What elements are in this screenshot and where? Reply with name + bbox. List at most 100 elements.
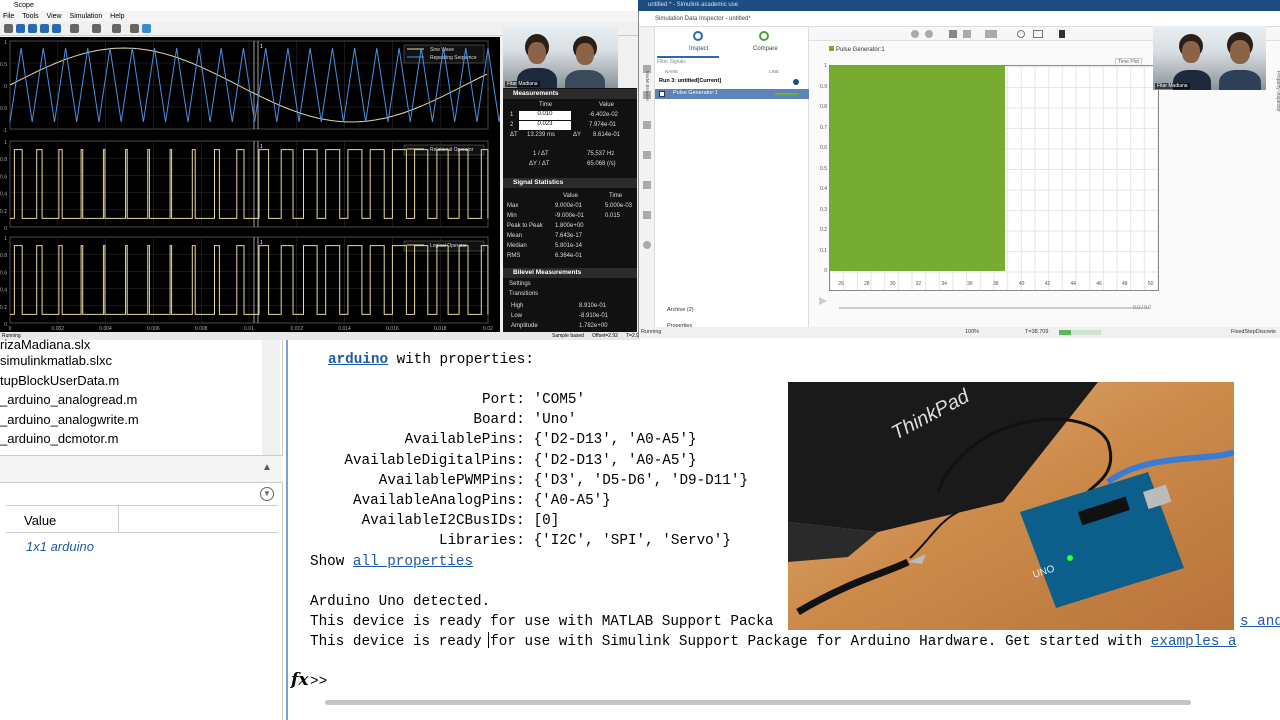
legend-label: Repeating Sequence xyxy=(430,55,477,61)
stats-col-value: Value xyxy=(563,193,578,199)
model-browser-tab[interactable]: Model Browser xyxy=(640,71,650,131)
menu-file[interactable]: File xyxy=(3,13,14,20)
show-text: Show xyxy=(310,554,353,570)
workspace-options-icon[interactable]: ▼ xyxy=(260,487,274,501)
cursor-label: 1 xyxy=(260,44,263,50)
pan-icon[interactable] xyxy=(911,30,919,38)
tab-inspect[interactable]: Inspect xyxy=(689,46,708,52)
y-tick-label: 1 xyxy=(4,236,7,242)
arduino-photo: ThinkPad UNO xyxy=(788,382,1234,630)
dy-value: 8.614e-01 xyxy=(593,132,621,138)
file-item[interactable]: _arduino_analogwrite.m xyxy=(0,412,139,427)
highlight-icon[interactable] xyxy=(70,24,79,33)
autoscale-icon[interactable] xyxy=(112,24,121,33)
signal-statistics-header[interactable]: Signal Statistics xyxy=(503,178,637,188)
stop-icon[interactable] xyxy=(52,24,61,33)
examples-link[interactable]: examples a xyxy=(1151,634,1237,650)
settings-icon[interactable] xyxy=(4,24,13,33)
bilevel-header[interactable]: Bilevel Measurements xyxy=(503,268,637,278)
y-tick-label: 0.2 xyxy=(0,305,7,311)
sdi-progress xyxy=(1059,330,1101,335)
cursor1-time-field[interactable]: 0.010 xyxy=(519,111,571,120)
file-item[interactable]: tupBlockUserData.m xyxy=(0,373,119,388)
folder-scrollbar[interactable] xyxy=(262,340,280,455)
ready-line-1: This device is ready for use with MATLAB… xyxy=(310,614,773,630)
chevron-up-icon[interactable]: ▲ xyxy=(262,462,272,473)
file-item[interactable]: _arduino_analogread.m xyxy=(0,392,137,407)
cursor-measure-icon[interactable] xyxy=(142,24,151,33)
scope-title: Scope xyxy=(0,0,640,11)
play-icon[interactable] xyxy=(819,297,827,305)
signal-row[interactable]: Pulse Generator:1 xyxy=(655,89,809,99)
ready1-link[interactable]: s and xyxy=(1240,614,1280,630)
scope-plot-area[interactable]: 1 0.5 0 -0.5 -1 1 Sine Wave Repeating Sequence 1… xyxy=(0,37,511,332)
y-tick-label: 0 xyxy=(4,322,7,328)
stats-time: 0.015 xyxy=(605,213,621,219)
signal-checkbox[interactable] xyxy=(659,91,665,97)
stats-name: Median xyxy=(507,243,527,249)
zoom-icon[interactable] xyxy=(1017,30,1025,38)
export-icon[interactable] xyxy=(643,181,651,189)
time-slider[interactable] xyxy=(839,307,1149,309)
y-tick-label: 0 xyxy=(4,84,7,90)
workspace-panel: ▼ Value 1x1 arduino xyxy=(0,483,283,720)
file-item[interactable]: simulinkmatlab.slxc xyxy=(0,353,112,368)
menu-help[interactable]: Help xyxy=(110,13,124,20)
triggers-icon[interactable] xyxy=(130,24,139,33)
menu-simulation[interactable]: Simulation xyxy=(70,13,103,20)
tab-compare[interactable]: Compare xyxy=(753,46,778,52)
run-row[interactable]: Run 3: untitled[Current] xyxy=(659,78,721,84)
archive-section[interactable]: Archive (2) xyxy=(667,307,694,313)
step-back-icon[interactable] xyxy=(16,24,25,33)
ready1-link-text[interactable]: s and xyxy=(1240,614,1280,630)
run-icon[interactable] xyxy=(28,24,37,33)
legend-swatch xyxy=(829,46,834,51)
cursor-icon[interactable] xyxy=(1059,30,1065,38)
import-icon[interactable] xyxy=(643,151,651,159)
bilevel-transitions[interactable]: Transitions xyxy=(509,291,538,297)
sdi-y-tick: 0.4 xyxy=(820,186,827,192)
all-properties-link[interactable]: all properties xyxy=(353,554,473,570)
step-forward-icon[interactable] xyxy=(40,24,49,33)
style-icon[interactable] xyxy=(985,30,997,38)
cursor2-value: 7.974e-01 xyxy=(589,122,617,128)
measurements-header[interactable]: Measurements xyxy=(503,89,637,99)
file-item[interactable]: _arduino_dcmotor.m xyxy=(0,431,119,446)
sdi-title: Simulation Data Inspector - untitled* xyxy=(639,11,1280,27)
scope-status-offset: Offset=2.92 xyxy=(592,333,618,339)
command-hscrollbar[interactable] xyxy=(325,700,1191,705)
y-tick-label: 0.6 xyxy=(0,174,7,180)
report-icon[interactable] xyxy=(643,211,651,219)
clear-icon[interactable] xyxy=(963,30,971,38)
dy-label: ΔY xyxy=(573,132,582,138)
inspect-icon[interactable] xyxy=(693,31,703,41)
y-tick-label: -0.5 xyxy=(0,106,7,112)
layout-icon[interactable] xyxy=(949,30,957,38)
scope-status-time: T=2.9 xyxy=(626,333,639,339)
fx-icon[interactable]: fx xyxy=(291,670,308,690)
fit-icon[interactable] xyxy=(1033,30,1043,38)
property-inspector-tab[interactable]: Property Inspector xyxy=(1271,71,1280,131)
gear-icon[interactable] xyxy=(643,241,651,249)
current-folder-list: rizaMadiana.slx simulinkmatlab.slxc tupB… xyxy=(0,337,283,455)
bilevel-settings[interactable]: Settings xyxy=(509,281,531,287)
compare-icon[interactable] xyxy=(759,31,769,41)
menu-tools[interactable]: Tools xyxy=(22,13,38,20)
command-prompt[interactable]: >> xyxy=(310,674,327,690)
sdi-legend: Pulse Generator:1 xyxy=(829,46,885,53)
zoom-icon[interactable] xyxy=(92,24,101,33)
sdi-y-tick: 0.6 xyxy=(820,145,827,151)
stats-name: RMS xyxy=(507,253,521,259)
property-name: AvailablePins: xyxy=(404,432,525,449)
filter-signals-input[interactable]: Filter Signals xyxy=(657,58,807,67)
header-rest: with properties: xyxy=(388,352,534,368)
menu-view[interactable]: View xyxy=(47,13,62,20)
file-item[interactable]: rizaMadiana.slx xyxy=(0,337,90,352)
property-name: AvailableAnalogPins: xyxy=(353,493,525,509)
workspace-value[interactable]: 1x1 arduino xyxy=(26,539,94,554)
arduino-var-link[interactable]: arduino xyxy=(328,352,388,368)
cursor2-time-field[interactable]: 0.023 xyxy=(519,121,571,130)
record-icon[interactable] xyxy=(925,30,933,38)
time-readout: 0.0 / 0.0 xyxy=(1133,305,1152,311)
property-name: Libraries: xyxy=(439,533,525,550)
